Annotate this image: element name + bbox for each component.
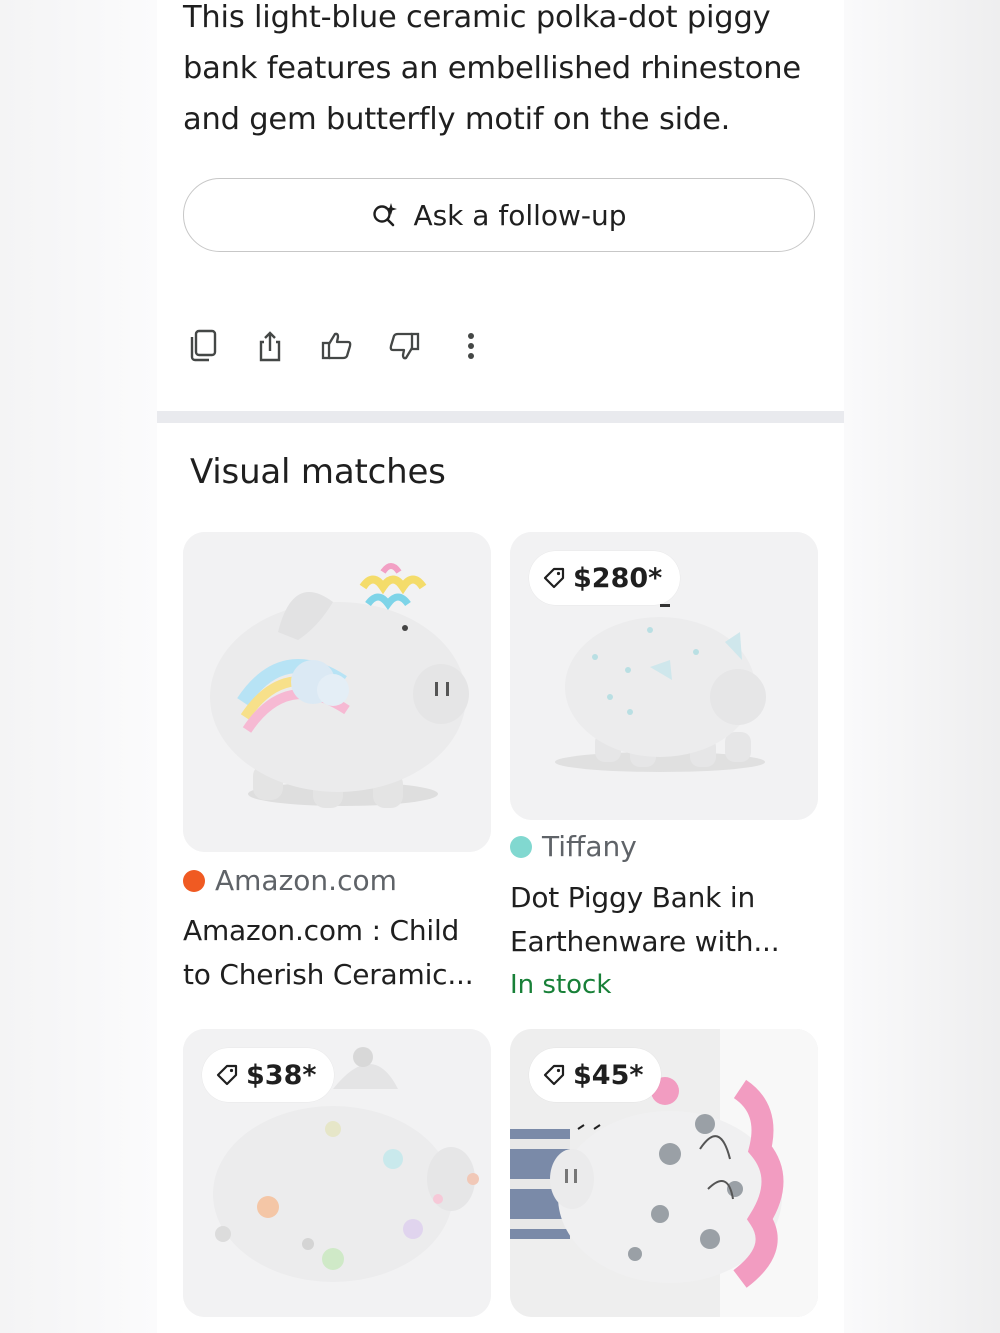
background-right [844, 0, 1000, 1333]
match-source-label: Tiffany [542, 830, 637, 863]
match-title-line: to Cherish Ceramic... [183, 958, 474, 991]
match-image-4[interactable]: $45* [510, 1029, 818, 1317]
price-tag: $38* [202, 1048, 335, 1102]
ai-summary-text: This light-blue ceramic polka-dot piggy … [183, 0, 801, 137]
response-actions [183, 326, 518, 366]
thumbs-down-button[interactable] [384, 326, 424, 366]
match-title-line: Dot Piggy Bank in [510, 881, 755, 914]
tiffany-logo-icon [510, 835, 532, 858]
match-image-2[interactable]: $280* [510, 532, 818, 820]
match-image-3[interactable]: $38* [183, 1029, 491, 1317]
section-divider [157, 411, 844, 423]
match-title-line: Earthenware with... [510, 925, 780, 958]
share-button[interactable] [250, 326, 290, 366]
background-left [0, 0, 157, 1333]
price-tag-icon [216, 1064, 238, 1086]
piggy-bank-image [183, 532, 491, 852]
match-title-line: Amazon.com : Child [183, 914, 460, 947]
match-source-2[interactable]: Tiffany [510, 830, 637, 863]
price-tag-icon [543, 567, 565, 589]
amazon-logo-icon [183, 869, 205, 892]
more-options-button[interactable] [451, 326, 491, 366]
thumbs-down-icon [389, 332, 420, 360]
match-source-label: Amazon.com [215, 864, 397, 897]
ask-followup-label: Ask a follow-up [413, 198, 627, 232]
more-vert-icon [468, 333, 474, 359]
stock-status: In stock [510, 970, 612, 1000]
price-value: $280* [573, 562, 663, 594]
match-source-1[interactable]: Amazon.com [183, 864, 397, 897]
price-value: $45* [573, 1059, 644, 1091]
thumbs-up-icon [321, 332, 352, 360]
ask-followup-button[interactable]: Ask a follow-up [183, 178, 815, 252]
match-title-1[interactable]: Amazon.com : Child to Cherish Ceramic... [183, 909, 483, 997]
copy-icon [190, 329, 217, 362]
price-tag-icon [543, 1064, 565, 1086]
price-tag: $280* [529, 551, 681, 605]
results-panel: This light-blue ceramic polka-dot piggy … [157, 0, 844, 1333]
visual-matches-heading: Visual matches [190, 452, 446, 492]
sparkle-search-icon [371, 201, 399, 229]
share-icon [259, 331, 281, 362]
thumbs-up-button[interactable] [317, 326, 357, 366]
match-title-2[interactable]: Dot Piggy Bank in Earthenware with... [510, 876, 810, 964]
copy-button[interactable] [183, 326, 223, 366]
price-tag: $45* [529, 1048, 662, 1102]
match-image-1[interactable] [183, 532, 491, 852]
price-value: $38* [246, 1059, 317, 1091]
